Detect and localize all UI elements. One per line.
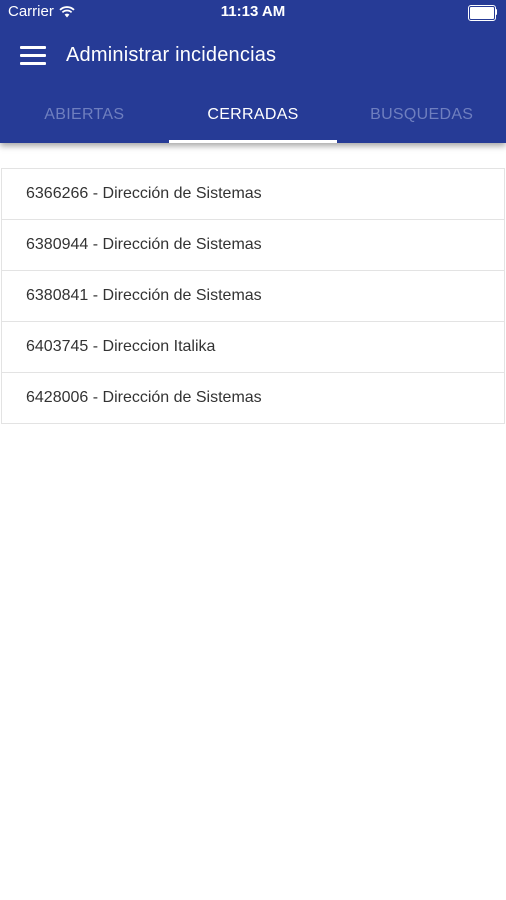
status-bar: Carrier 11:13 AM	[0, 0, 506, 24]
tab-cerradas[interactable]: CERRADAS	[168, 86, 338, 143]
tab-label: CERRADAS	[207, 106, 299, 123]
tab-label: ABIERTAS	[44, 106, 125, 123]
list-item[interactable]: 6380841 - Dirección de Sistemas	[2, 271, 504, 322]
status-time: 11:13 AM	[220, 3, 286, 20]
tab-busquedas[interactable]: BUSQUEDAS	[337, 86, 506, 143]
list-item[interactable]: 6403745 - Direccion Italika	[2, 322, 504, 373]
tab-abiertas[interactable]: ABIERTAS	[0, 86, 169, 143]
hamburger-menu-icon[interactable]	[20, 45, 47, 67]
incident-list: 6366266 - Dirección de Sistemas 6380944 …	[1, 168, 505, 424]
tab-active-indicator	[168, 140, 338, 143]
battery-icon	[468, 5, 498, 21]
toolbar: Administrar incidencias	[0, 30, 506, 82]
list-item[interactable]: 6366266 - Dirección de Sistemas	[2, 169, 504, 220]
list-item[interactable]: 6380944 - Dirección de Sistemas	[2, 220, 504, 271]
list-item[interactable]: 6428006 - Dirección de Sistemas	[2, 373, 504, 423]
page-title: Administrar incidencias	[66, 44, 277, 66]
tab-label: BUSQUEDAS	[370, 106, 474, 123]
battery-fill	[470, 7, 494, 19]
app-header: Carrier 11:13 AM Administrar incidencias…	[0, 0, 506, 143]
tab-bar: ABIERTAS CERRADAS BUSQUEDAS	[0, 86, 506, 143]
